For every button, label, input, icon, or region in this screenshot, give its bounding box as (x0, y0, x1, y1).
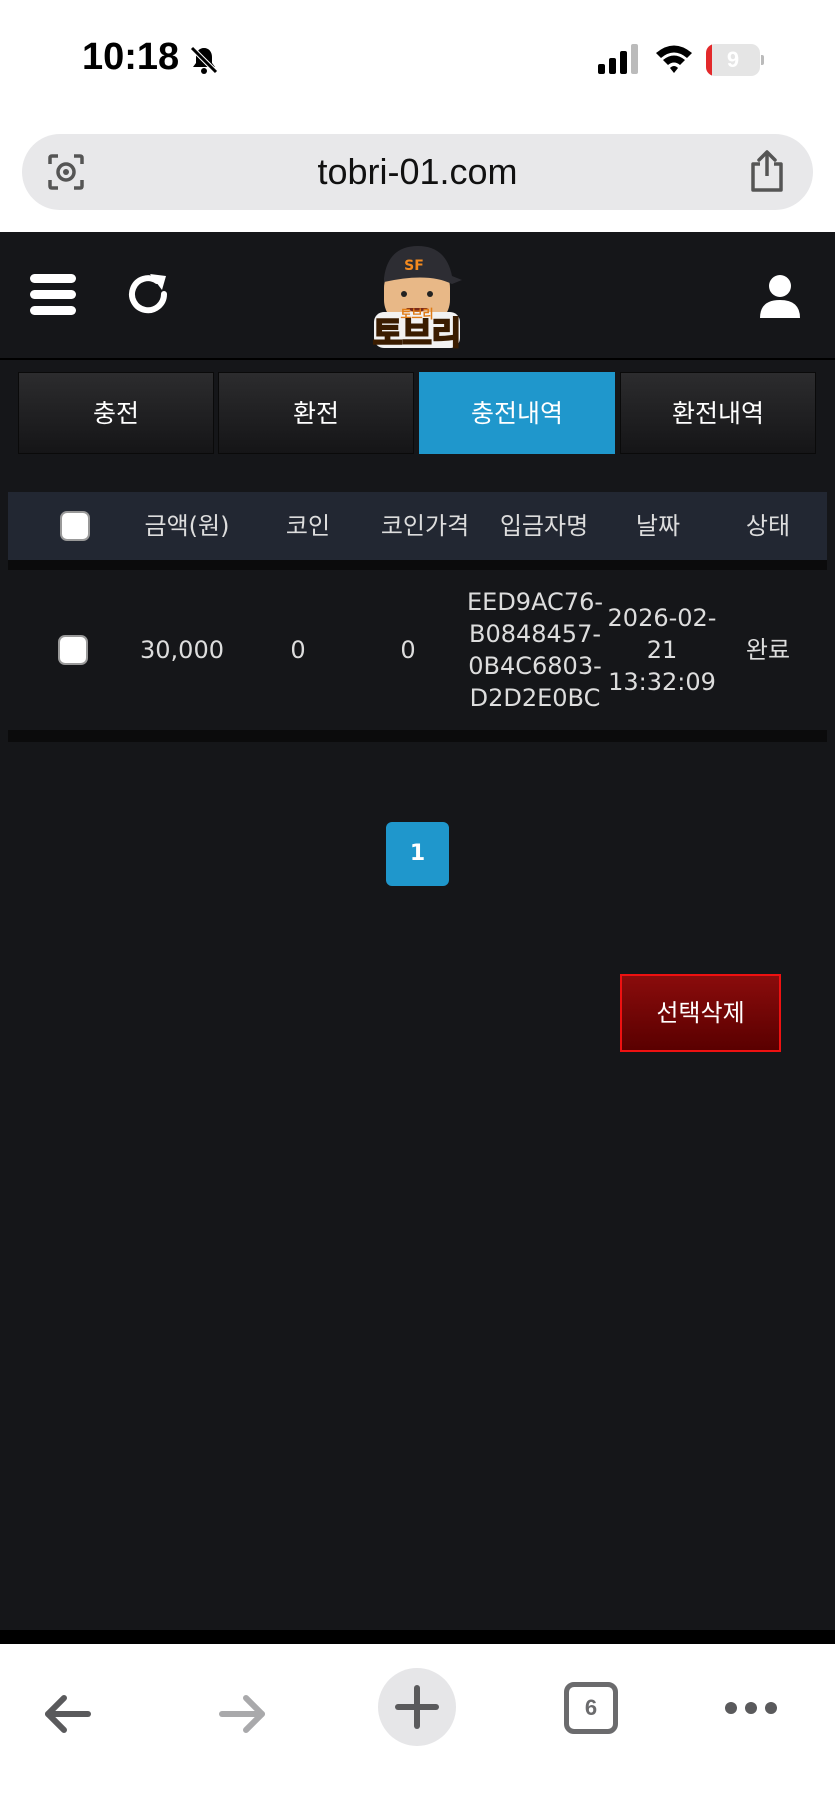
forward-arrow-icon[interactable] (216, 1688, 268, 1740)
refresh-icon[interactable] (124, 270, 174, 320)
date-line: 2026-02- (607, 604, 717, 632)
tab-bar: 충전 환전 충전내역 환전내역 (18, 372, 817, 454)
cellular-signal-icon (598, 44, 638, 74)
column-header-amount: 금액(원) (144, 512, 230, 540)
cell-amount: 30,000 (140, 636, 224, 664)
battery-level: 9 (726, 47, 740, 72)
column-header-status: 상태 (745, 512, 791, 540)
browser-toolbar: 6 (0, 1644, 835, 1810)
date-line: 13:32:09 (608, 668, 716, 696)
column-header-depositor: 입금자명 (499, 512, 589, 540)
cell-depositor: EED9AC76- B0848457- 0B4C6803- D2D2E0BC (460, 570, 610, 730)
bell-slash-icon (190, 46, 218, 74)
column-header-date: 날짜 (635, 512, 681, 540)
cell-status: 완료 (745, 636, 791, 664)
url-text[interactable]: tobri-01.com (22, 134, 813, 210)
date-line: 21 (646, 636, 678, 664)
column-header-coin: 코인 (285, 512, 331, 540)
tab-exchange-history[interactable]: 환전내역 (620, 372, 816, 454)
svg-text:SF: SF (404, 258, 424, 274)
table-row[interactable]: 30,000 0 0 EED9AC76- B0848457- 0B4C6803-… (8, 570, 827, 730)
logo-text: 토브리 (373, 314, 461, 352)
tab-charge[interactable]: 충전 (18, 372, 214, 454)
new-tab-button[interactable] (378, 1668, 456, 1746)
cell-coin: 0 (290, 636, 306, 664)
plus-icon (395, 1685, 439, 1729)
hamburger-menu-icon[interactable] (30, 274, 76, 316)
table-header: 금액(원) 코인 코인가격 입금자명 날짜 상태 (8, 492, 827, 560)
site-logo[interactable]: SF 토브리 토브리 (358, 240, 476, 356)
depositor-line: EED9AC76- (466, 588, 604, 616)
share-icon[interactable] (747, 148, 787, 194)
status-time: 10:18 (82, 36, 180, 78)
user-account-icon[interactable] (756, 272, 804, 320)
bottom-strip (0, 1630, 835, 1644)
cell-date: 2026-02- 21 13:32:09 (600, 570, 724, 730)
status-bar: 10:18 9 (0, 0, 835, 120)
wifi-icon (656, 45, 692, 73)
battery-indicator: 9 (706, 44, 764, 76)
pagination-page-button[interactable]: 1 (386, 822, 449, 886)
page: 10:18 9 tobri-01.com SF 토브리 토브리 충전 환전 충전… (0, 0, 835, 1810)
app-header: SF 토브리 토브리 (0, 232, 835, 360)
address-bar[interactable]: tobri-01.com (22, 134, 813, 210)
select-all-checkbox[interactable] (60, 511, 90, 541)
tab-switcher-button[interactable]: 6 (564, 1682, 618, 1734)
tab-charge-history[interactable]: 충전내역 (419, 372, 615, 454)
more-options-icon[interactable] (724, 1698, 778, 1718)
back-arrow-icon[interactable] (42, 1688, 94, 1740)
tab-exchange[interactable]: 환전 (218, 372, 414, 454)
delete-selected-button[interactable]: 선택삭제 (620, 974, 781, 1052)
depositor-line: B0848457- (468, 620, 601, 648)
lens-icon[interactable] (46, 152, 86, 192)
cell-coin-price: 0 (400, 636, 416, 664)
app-content: SF 토브리 토브리 충전 환전 충전내역 환전내역 금액(원) 코인 코인가격… (0, 232, 835, 1630)
history-table: 금액(원) 코인 코인가격 입금자명 날짜 상태 30,000 0 0 EED9… (8, 492, 827, 742)
depositor-line: 0B4C6803- (468, 652, 602, 680)
row-checkbox[interactable] (58, 635, 88, 665)
depositor-line: D2D2E0BC (469, 684, 601, 712)
column-header-coin-price: 코인가격 (380, 512, 470, 540)
